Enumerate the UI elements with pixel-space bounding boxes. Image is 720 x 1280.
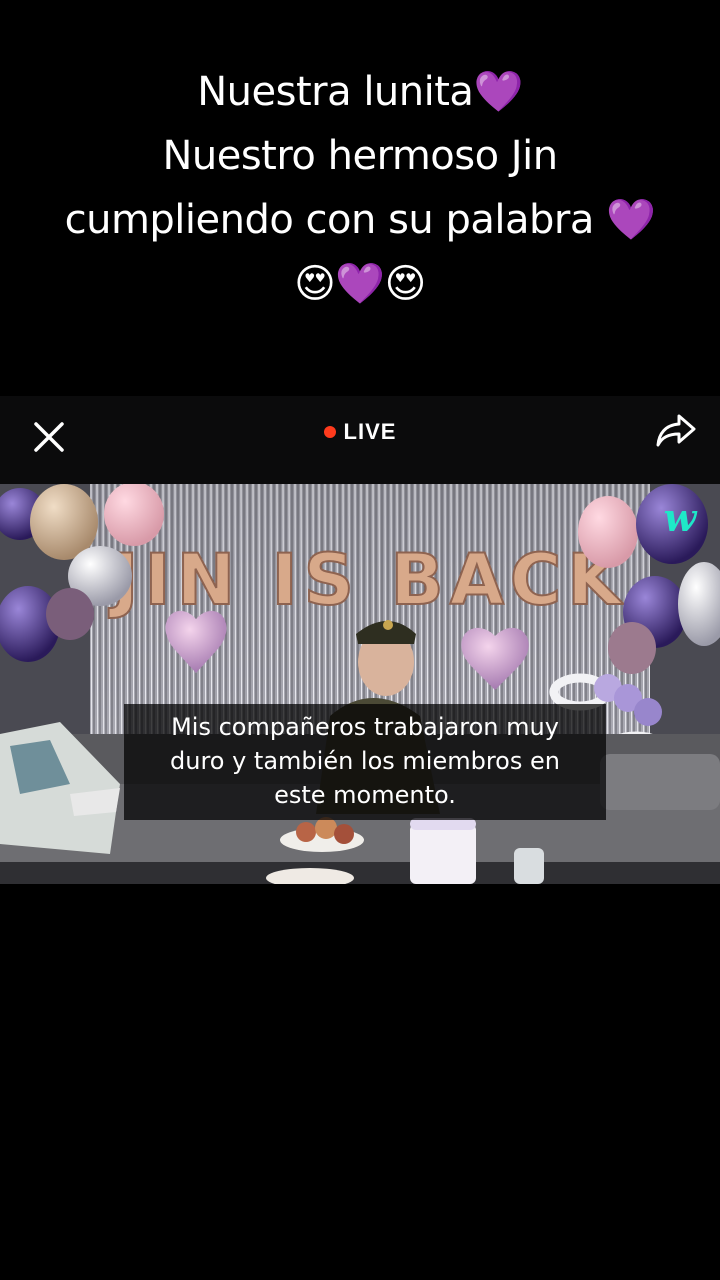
- live-indicator: LIVE: [0, 396, 720, 468]
- subtitle-line-2: duro y también los miembros en: [170, 747, 560, 775]
- banner-letters: JIN IS BACK: [108, 539, 627, 621]
- caption-line-3: cumpliendo con su palabra 💜: [64, 197, 656, 243]
- live-label: LIVE: [343, 419, 397, 444]
- video-subtitle: Mis compañeros trabajaron muy duro y tam…: [124, 704, 606, 820]
- live-video-frame[interactable]: JIN IS BACK w Mis compañeros trabajaron …: [0, 484, 720, 884]
- video-scene: JIN IS BACK: [0, 484, 720, 884]
- caption-line-1: Nuestra lunita💜: [197, 69, 523, 115]
- live-player-header: LIVE: [0, 396, 720, 484]
- live-dot: [323, 426, 336, 438]
- subtitle-line-1: Mis compañeros trabajaron muy: [171, 713, 559, 741]
- post-caption: Nuestra lunita💜 Nuestro hermoso Jin cump…: [0, 60, 720, 316]
- subtitle-line-3: este momento.: [274, 781, 456, 809]
- caption-line-4: 😍💜😍: [294, 261, 426, 307]
- share-icon[interactable]: [654, 410, 698, 450]
- weverse-watermark: w: [663, 495, 697, 540]
- caption-line-2: Nuestro hermoso Jin: [162, 133, 558, 179]
